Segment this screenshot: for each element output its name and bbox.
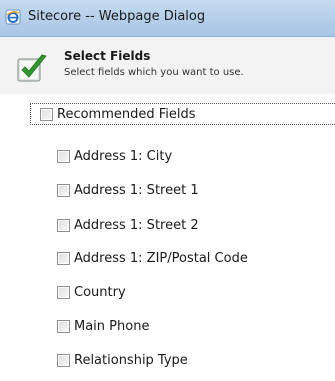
field-row[interactable]: Main Phone — [57, 316, 149, 336]
field-checkbox[interactable] — [57, 183, 70, 197]
field-label: Address 1: Street 1 — [74, 182, 199, 198]
field-checkbox[interactable] — [57, 285, 70, 299]
field-checkbox[interactable] — [57, 353, 70, 367]
field-label: Country — [74, 284, 126, 300]
window-titlebar: Sitecore -- Webpage Dialog — [0, 0, 335, 37]
dialog-header: Select Fields Select fields which you wa… — [0, 37, 335, 95]
field-row[interactable]: Country — [57, 282, 126, 302]
field-label: Address 1: Street 2 — [74, 217, 199, 233]
checkmark-icon — [17, 54, 47, 82]
field-label: Address 1: City — [74, 148, 173, 164]
field-list: Recommended Fields Address 1: City Addre… — [0, 94, 335, 381]
field-checkbox[interactable] — [57, 149, 70, 163]
field-label: Address 1: ZIP/Postal Code — [74, 250, 248, 266]
dialog-title: Select Fields — [64, 49, 151, 63]
field-label: Main Phone — [74, 318, 150, 334]
recommended-fields-checkbox[interactable] — [40, 107, 53, 121]
window-title: Sitecore -- Webpage Dialog — [28, 9, 206, 24]
field-label: Relationship Type — [74, 352, 188, 368]
field-row[interactable]: Address 1: City — [57, 146, 172, 166]
field-checkbox[interactable] — [57, 251, 70, 265]
field-checkbox[interactable] — [57, 319, 70, 333]
dialog-subtitle: Select fields which you want to use. — [64, 67, 244, 78]
recommended-fields-row[interactable]: Recommended Fields — [40, 104, 196, 124]
field-checkbox[interactable] — [57, 218, 70, 232]
field-row[interactable]: Address 1: Street 1 — [57, 180, 199, 200]
recommended-fields-label: Recommended Fields — [57, 106, 196, 122]
internet-explorer-icon — [5, 9, 21, 25]
field-row[interactable]: Address 1: ZIP/Postal Code — [57, 248, 248, 268]
field-row[interactable]: Relationship Type — [57, 350, 188, 370]
field-row[interactable]: Address 1: Street 2 — [57, 215, 199, 235]
